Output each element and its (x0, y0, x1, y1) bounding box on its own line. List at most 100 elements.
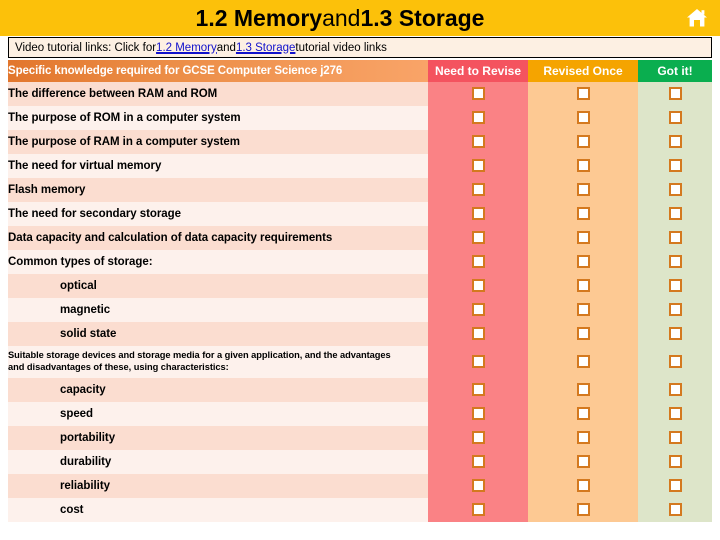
checkbox-cell-got-it[interactable] (638, 274, 712, 298)
checkbox-icon[interactable] (668, 279, 682, 293)
checkbox-cell-got-it[interactable] (638, 378, 712, 402)
checkbox-icon[interactable] (471, 111, 485, 125)
checkbox-icon[interactable] (668, 431, 682, 445)
checkbox-icon[interactable] (576, 383, 590, 397)
checkbox-cell-got-it[interactable] (638, 498, 712, 522)
link-1-3-storage[interactable]: 1.3 Storage (236, 42, 295, 54)
checkbox-icon[interactable] (576, 207, 590, 221)
checkbox-icon[interactable] (576, 407, 590, 421)
checkbox-cell-need-to-revise[interactable] (428, 154, 528, 178)
checkbox-icon[interactable] (668, 327, 682, 341)
checkbox-cell-got-it[interactable] (638, 202, 712, 226)
checkbox-icon[interactable] (471, 231, 485, 245)
checkbox-icon[interactable] (471, 327, 485, 341)
checkbox-icon[interactable] (576, 303, 590, 317)
checkbox-cell-revised-once[interactable] (528, 498, 638, 522)
checkbox-icon[interactable] (576, 111, 590, 125)
checkbox-icon[interactable] (668, 135, 682, 149)
checkbox-icon[interactable] (576, 355, 590, 369)
checkbox-cell-revised-once[interactable] (528, 378, 638, 402)
checkbox-cell-need-to-revise[interactable] (428, 106, 528, 130)
checkbox-icon[interactable] (576, 479, 590, 493)
checkbox-cell-revised-once[interactable] (528, 450, 638, 474)
checkbox-cell-need-to-revise[interactable] (428, 378, 528, 402)
checkbox-icon[interactable] (471, 87, 485, 101)
checkbox-cell-got-it[interactable] (638, 154, 712, 178)
checkbox-icon[interactable] (471, 455, 485, 469)
checkbox-icon[interactable] (576, 279, 590, 293)
checkbox-icon[interactable] (668, 111, 682, 125)
checkbox-cell-got-it[interactable] (638, 322, 712, 346)
checkbox-cell-revised-once[interactable] (528, 226, 638, 250)
checkbox-cell-got-it[interactable] (638, 298, 712, 322)
checkbox-cell-need-to-revise[interactable] (428, 202, 528, 226)
checkbox-cell-got-it[interactable] (638, 106, 712, 130)
checkbox-cell-revised-once[interactable] (528, 250, 638, 274)
checkbox-cell-need-to-revise[interactable] (428, 346, 528, 378)
checkbox-cell-revised-once[interactable] (528, 202, 638, 226)
checkbox-icon[interactable] (471, 407, 485, 421)
checkbox-cell-need-to-revise[interactable] (428, 498, 528, 522)
checkbox-icon[interactable] (668, 303, 682, 317)
checkbox-icon[interactable] (471, 135, 485, 149)
checkbox-icon[interactable] (576, 87, 590, 101)
checkbox-icon[interactable] (471, 207, 485, 221)
checkbox-icon[interactable] (471, 255, 485, 269)
checkbox-icon[interactable] (471, 383, 485, 397)
link-1-2-memory[interactable]: 1.2 Memory (156, 42, 217, 54)
checkbox-icon[interactable] (471, 183, 485, 197)
checkbox-icon[interactable] (576, 183, 590, 197)
checkbox-icon[interactable] (471, 355, 485, 369)
checkbox-cell-need-to-revise[interactable] (428, 474, 528, 498)
checkbox-icon[interactable] (576, 231, 590, 245)
checkbox-icon[interactable] (668, 255, 682, 269)
checkbox-cell-revised-once[interactable] (528, 154, 638, 178)
checkbox-cell-revised-once[interactable] (528, 322, 638, 346)
checkbox-icon[interactable] (668, 231, 682, 245)
checkbox-cell-need-to-revise[interactable] (428, 322, 528, 346)
checkbox-icon[interactable] (668, 183, 682, 197)
checkbox-icon[interactable] (668, 383, 682, 397)
checkbox-icon[interactable] (471, 479, 485, 493)
checkbox-cell-got-it[interactable] (638, 402, 712, 426)
checkbox-icon[interactable] (668, 479, 682, 493)
checkbox-icon[interactable] (668, 407, 682, 421)
checkbox-icon[interactable] (668, 355, 682, 369)
checkbox-icon[interactable] (576, 455, 590, 469)
checkbox-icon[interactable] (576, 503, 590, 517)
checkbox-cell-need-to-revise[interactable] (428, 426, 528, 450)
checkbox-cell-got-it[interactable] (638, 178, 712, 202)
checkbox-icon[interactable] (668, 159, 682, 173)
checkbox-icon[interactable] (668, 207, 682, 221)
checkbox-cell-revised-once[interactable] (528, 82, 638, 106)
checkbox-cell-revised-once[interactable] (528, 474, 638, 498)
checkbox-cell-revised-once[interactable] (528, 426, 638, 450)
checkbox-cell-need-to-revise[interactable] (428, 298, 528, 322)
checkbox-icon[interactable] (576, 255, 590, 269)
checkbox-cell-got-it[interactable] (638, 82, 712, 106)
checkbox-cell-need-to-revise[interactable] (428, 450, 528, 474)
checkbox-cell-got-it[interactable] (638, 426, 712, 450)
checkbox-cell-need-to-revise[interactable] (428, 130, 528, 154)
checkbox-cell-revised-once[interactable] (528, 106, 638, 130)
checkbox-icon[interactable] (471, 503, 485, 517)
checkbox-icon[interactable] (471, 431, 485, 445)
checkbox-icon[interactable] (471, 303, 485, 317)
checkbox-cell-got-it[interactable] (638, 250, 712, 274)
checkbox-icon[interactable] (471, 279, 485, 293)
checkbox-cell-got-it[interactable] (638, 226, 712, 250)
checkbox-icon[interactable] (576, 159, 590, 173)
checkbox-icon[interactable] (668, 87, 682, 101)
checkbox-cell-revised-once[interactable] (528, 130, 638, 154)
checkbox-cell-revised-once[interactable] (528, 402, 638, 426)
checkbox-cell-need-to-revise[interactable] (428, 226, 528, 250)
checkbox-cell-need-to-revise[interactable] (428, 274, 528, 298)
checkbox-cell-got-it[interactable] (638, 450, 712, 474)
checkbox-cell-got-it[interactable] (638, 474, 712, 498)
checkbox-cell-got-it[interactable] (638, 346, 712, 378)
checkbox-cell-got-it[interactable] (638, 130, 712, 154)
checkbox-cell-need-to-revise[interactable] (428, 82, 528, 106)
checkbox-cell-revised-once[interactable] (528, 346, 638, 378)
checkbox-icon[interactable] (576, 327, 590, 341)
checkbox-cell-revised-once[interactable] (528, 298, 638, 322)
